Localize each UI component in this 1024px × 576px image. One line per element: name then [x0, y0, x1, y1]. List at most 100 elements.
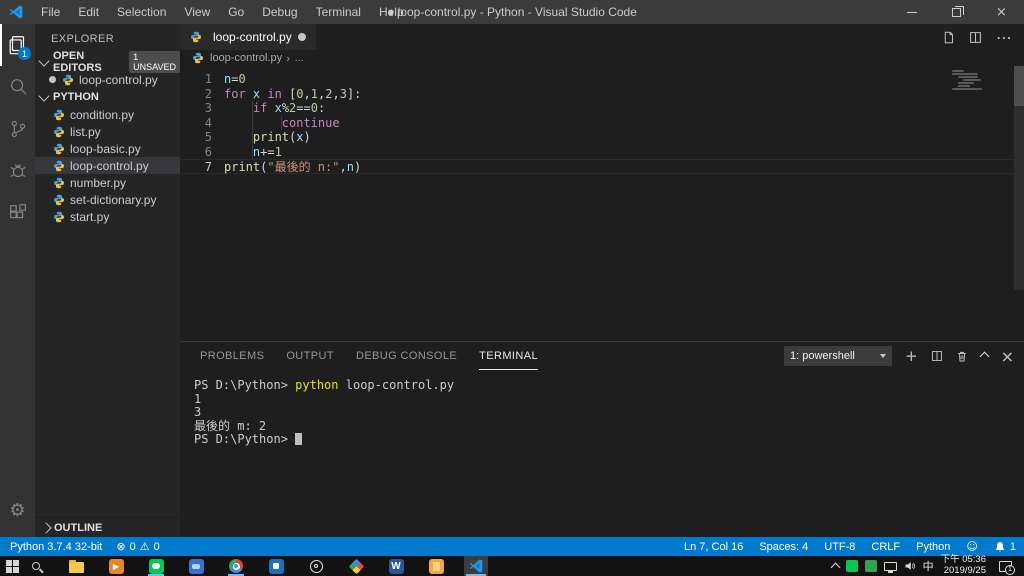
- breadcrumb-more[interactable]: ...: [295, 52, 304, 64]
- panel-tab-terminal[interactable]: TERMINAL: [479, 342, 538, 370]
- source-control-icon[interactable]: [0, 108, 35, 150]
- split-terminal-icon[interactable]: [931, 350, 943, 362]
- debug-icon[interactable]: [0, 150, 35, 192]
- open-editors-header[interactable]: OPEN EDITORS 1 UNSAVED: [35, 50, 180, 74]
- media-player-icon[interactable]: ▶: [104, 556, 128, 576]
- chevron-down-icon: [880, 354, 887, 358]
- menu-view[interactable]: View: [175, 0, 219, 24]
- problems-status[interactable]: ⊗ 0 ⚠ 0: [116, 540, 159, 553]
- menu-go[interactable]: Go: [219, 0, 253, 24]
- file-item[interactable]: set-dictionary.py: [35, 191, 180, 208]
- code-line[interactable]: 5 print(x): [180, 130, 1024, 145]
- taskbar-search-icon[interactable]: [24, 556, 48, 576]
- feedback-smiley-icon[interactable]: ☺: [966, 540, 977, 553]
- menu-terminal[interactable]: Terminal: [307, 0, 370, 24]
- breadcrumb-separator: ›: [286, 51, 291, 65]
- open-preview-icon[interactable]: [942, 31, 955, 44]
- encoding-status[interactable]: UTF-8: [824, 541, 855, 553]
- code-editor[interactable]: 1 n=0 2 for x in [0,1,2,3]: 3 if x%2==0: 4 cont…: [180, 66, 1024, 341]
- restore-button[interactable]: [934, 0, 979, 24]
- kill-terminal-icon[interactable]: [956, 350, 968, 363]
- panel-tab-output[interactable]: OUTPUT: [286, 342, 334, 370]
- indentation-status[interactable]: Spaces: 4: [759, 541, 808, 553]
- explorer-icon[interactable]: 1: [0, 24, 35, 66]
- chrome-icon[interactable]: [224, 556, 248, 576]
- settings-gear-icon[interactable]: ⚙: [0, 489, 35, 531]
- new-terminal-icon[interactable]: +: [905, 347, 918, 365]
- code-line[interactable]: 4 continue: [180, 115, 1024, 130]
- close-button[interactable]: ×: [979, 0, 1024, 24]
- unsaved-badge: 1 UNSAVED: [129, 51, 180, 73]
- eol-status[interactable]: CRLF: [871, 541, 900, 553]
- notifications-bell[interactable]: 1: [994, 541, 1016, 553]
- file-item[interactable]: start.py: [35, 208, 180, 225]
- line-app-icon[interactable]: [144, 556, 168, 576]
- action-center-icon[interactable]: 1: [999, 560, 1015, 575]
- file-item[interactable]: list.py: [35, 123, 180, 140]
- network-icon[interactable]: [883, 561, 897, 573]
- python-interpreter-status[interactable]: Python 3.7.4 32-bit: [10, 541, 102, 553]
- code-line[interactable]: 7 print("最後的 n:",n): [180, 159, 1024, 174]
- code-line[interactable]: 1 n=0: [180, 72, 1024, 87]
- minimize-button[interactable]: [889, 0, 934, 24]
- taskbar-clock[interactable]: 下午 05:36 2019/9/25: [941, 554, 986, 576]
- line-content: if x%2==0:: [212, 101, 325, 116]
- python-file-icon: [53, 160, 65, 171]
- blue-tile-app-icon[interactable]: [264, 556, 288, 576]
- volume-icon[interactable]: [904, 560, 916, 572]
- tray-expand-icon[interactable]: [830, 562, 841, 573]
- extensions-icon[interactable]: [0, 192, 35, 234]
- sticky-notes-icon[interactable]: [424, 556, 448, 576]
- search-icon[interactable]: [0, 66, 35, 108]
- file-name: loop-control.py: [70, 158, 149, 173]
- maximize-panel-icon[interactable]: [979, 351, 990, 361]
- menu-help[interactable]: Help: [370, 0, 413, 24]
- diamond-app-icon[interactable]: [344, 556, 368, 576]
- file-item[interactable]: loop-basic.py: [35, 140, 180, 157]
- code-line[interactable]: 2 for x in [0,1,2,3]:: [180, 87, 1024, 102]
- python-file-icon: [53, 126, 65, 137]
- line-tray-icon[interactable]: [845, 560, 858, 572]
- file-item[interactable]: condition.py: [35, 106, 180, 123]
- cursor-position-status[interactable]: Ln 7, Col 16: [684, 541, 743, 553]
- menu-debug[interactable]: Debug: [253, 0, 306, 24]
- menu-file[interactable]: File: [32, 0, 69, 24]
- close-panel-icon[interactable]: ×: [1001, 347, 1014, 366]
- vscode-taskbar-icon[interactable]: [464, 556, 488, 576]
- shell-selector-dropdown[interactable]: 1: powershell: [784, 346, 893, 366]
- panel-tab-problems[interactable]: PROBLEMS: [200, 342, 264, 370]
- word-icon[interactable]: W: [384, 556, 408, 576]
- editor-scrollbar[interactable]: [1014, 66, 1024, 290]
- breadcrumb[interactable]: loop-control.py › ...: [180, 50, 1024, 66]
- action-center-badge: 1: [1005, 564, 1015, 575]
- explorer-badge: 1: [18, 47, 31, 60]
- terminal-output[interactable]: PS D:\Python> python loop-control.py 1 3 最後…: [180, 370, 1024, 537]
- green-tray-icon[interactable]: [864, 560, 877, 572]
- split-editor-icon[interactable]: [969, 31, 982, 44]
- language-mode-status[interactable]: Python: [916, 541, 950, 553]
- messenger-app-icon[interactable]: [184, 556, 208, 576]
- breadcrumb-file[interactable]: loop-control.py: [210, 52, 282, 64]
- start-button[interactable]: [0, 556, 24, 576]
- more-actions-icon[interactable]: ⋯: [996, 28, 1012, 47]
- folder-header[interactable]: PYTHON: [35, 88, 180, 106]
- line-number: 7: [204, 160, 212, 174]
- outline-section[interactable]: OUTLINE: [35, 517, 180, 537]
- menu-selection[interactable]: Selection: [108, 0, 175, 24]
- menu-edit[interactable]: Edit: [69, 0, 108, 24]
- python-file-icon: [62, 74, 74, 85]
- file-name: list.py: [70, 124, 101, 139]
- line-number: 4: [204, 115, 212, 130]
- file-item[interactable]: loop-control.py: [35, 157, 180, 174]
- ime-indicator[interactable]: 中: [923, 558, 934, 574]
- file-explorer-icon[interactable]: [64, 556, 88, 576]
- file-item[interactable]: number.py: [35, 174, 180, 191]
- target-app-icon[interactable]: [304, 556, 328, 576]
- tab-loop-control[interactable]: loop-control.py: [180, 24, 316, 50]
- tab-modified-dot-icon[interactable]: [297, 33, 306, 41]
- minimap[interactable]: [952, 70, 1008, 90]
- open-editor-item[interactable]: loop-control.py: [35, 71, 180, 88]
- code-line[interactable]: 3 if x%2==0:: [180, 101, 1024, 116]
- code-line[interactable]: 6 n+=1: [180, 144, 1024, 159]
- panel-tab-debug-console[interactable]: DEBUG CONSOLE: [356, 342, 457, 370]
